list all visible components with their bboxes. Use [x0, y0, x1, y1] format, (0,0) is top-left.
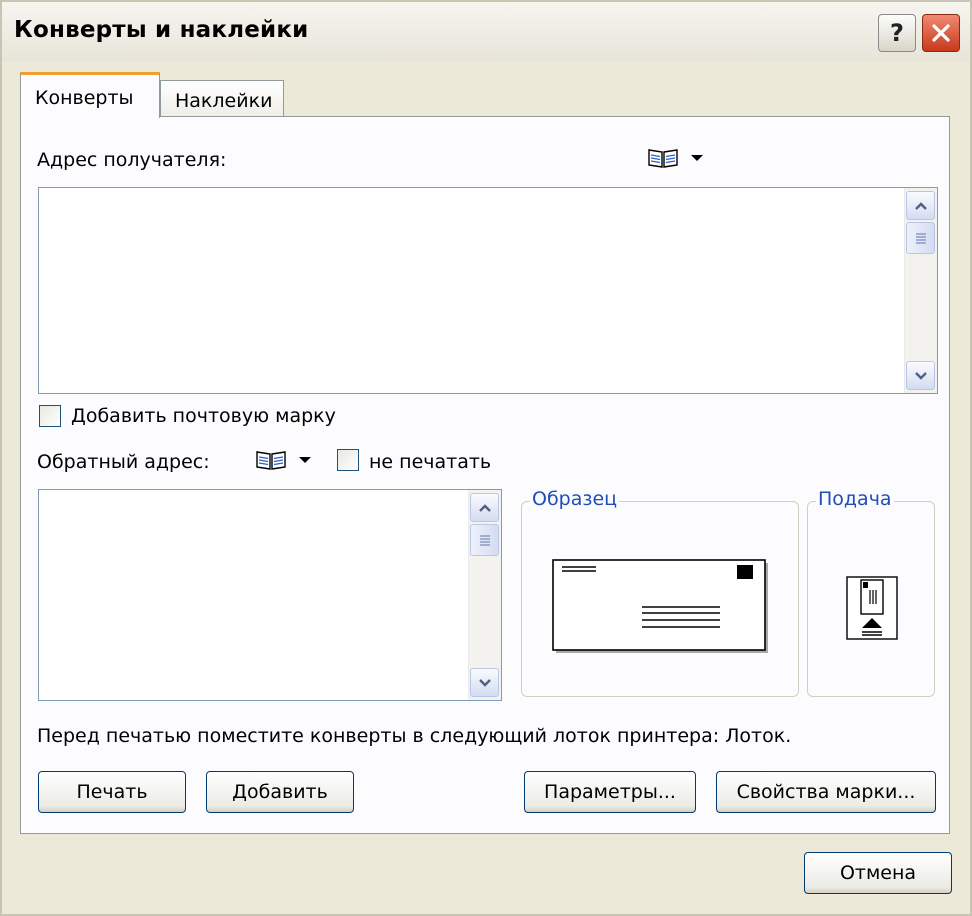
chevron-down-icon [478, 678, 491, 687]
omit-return-address-checkbox[interactable] [337, 449, 359, 471]
preview-group[interactable]: Образец [521, 488, 799, 697]
address-book-icon[interactable] [255, 449, 287, 471]
scroll-down-button[interactable] [906, 361, 935, 390]
feed-group-title: Подача [816, 488, 894, 510]
chevron-up-icon [478, 503, 491, 512]
tab-labels[interactable]: Наклейки [160, 80, 284, 118]
help-button[interactable]: ? [878, 14, 916, 52]
recipient-scrollbar[interactable] [904, 188, 937, 393]
recipient-book-dropdown-arrow[interactable] [691, 155, 703, 161]
printer-tray-note: Перед печатью поместите конверты в следу… [37, 725, 792, 747]
scroll-up-button[interactable] [470, 493, 499, 522]
scroll-thumb[interactable] [470, 524, 499, 556]
scroll-up-button[interactable] [906, 191, 935, 220]
add-postage-label[interactable]: Добавить почтовую марку [71, 405, 336, 427]
return-address-field[interactable] [38, 489, 502, 701]
print-button[interactable]: Печать [38, 771, 186, 813]
close-icon [932, 24, 950, 42]
cancel-button[interactable]: Отмена [804, 852, 952, 894]
scroll-thumb[interactable] [906, 222, 935, 254]
chevron-up-icon [914, 201, 927, 210]
chevron-down-icon [914, 371, 927, 380]
envelopes-labels-dialog: Конверты и наклейки ? Конверты Наклейки … [0, 0, 972, 916]
feed-group[interactable]: Подача [807, 488, 935, 697]
printer-feed-icon[interactable] [846, 576, 898, 640]
scroll-down-button[interactable] [470, 668, 499, 697]
dialog-title: Конверты и наклейки [14, 17, 309, 43]
return-address-label: Обратный адрес: [37, 451, 210, 473]
close-button[interactable] [922, 14, 960, 52]
recipient-address-field[interactable] [38, 187, 938, 394]
recipient-address-label: Адрес получателя: [37, 149, 227, 171]
add-to-document-button[interactable]: Добавить [206, 771, 354, 813]
title-bar[interactable]: Конверты и наклейки ? [2, 2, 970, 62]
options-button[interactable]: Параметры... [524, 771, 696, 813]
tab-envelopes[interactable]: Конверты [20, 72, 160, 118]
return-book-dropdown-arrow[interactable] [299, 457, 311, 463]
add-postage-checkbox[interactable] [39, 405, 61, 427]
return-scrollbar[interactable] [468, 490, 501, 700]
preview-group-title: Образец [530, 488, 620, 510]
envelope-preview-icon[interactable] [552, 559, 770, 655]
omit-return-address-label[interactable]: не печатать [369, 451, 491, 473]
grip-icon [915, 233, 926, 244]
grip-icon [479, 535, 490, 546]
address-book-icon[interactable] [647, 147, 679, 169]
postage-properties-button[interactable]: Свойства марки... [716, 771, 936, 813]
envelopes-tab-panel: Адрес получателя: Добавить почтовую марк… [20, 116, 950, 834]
